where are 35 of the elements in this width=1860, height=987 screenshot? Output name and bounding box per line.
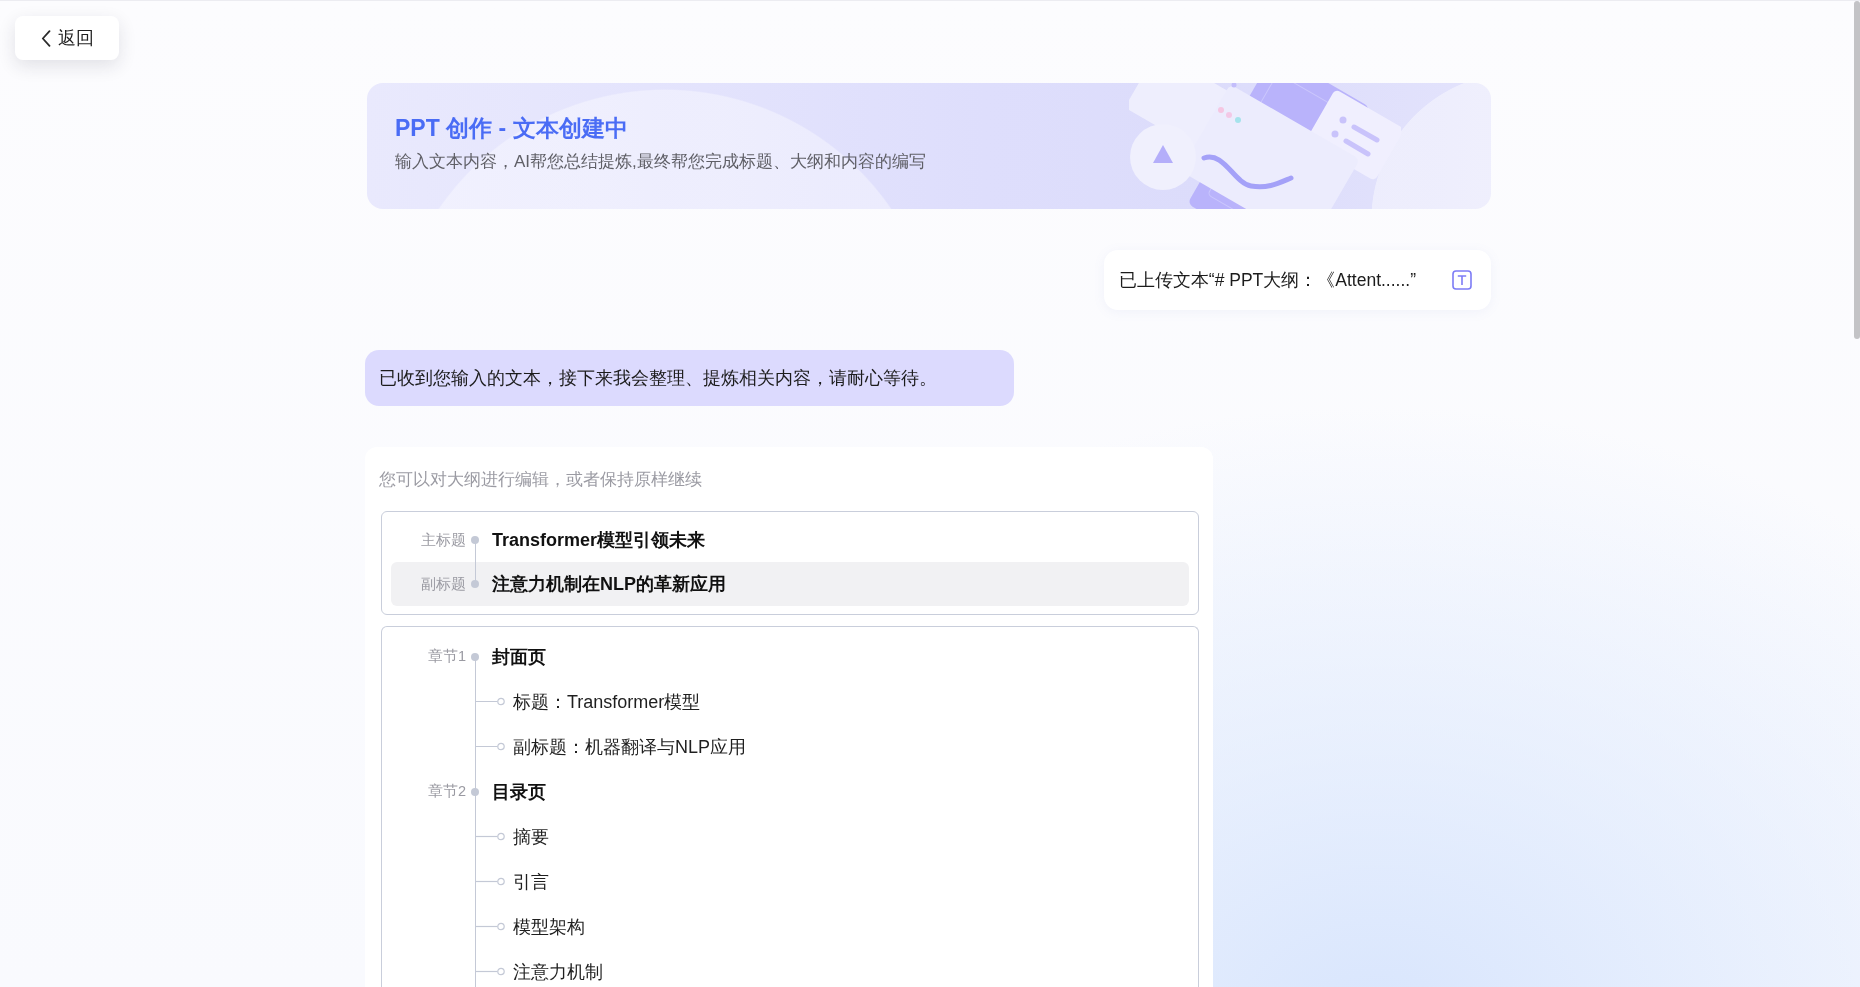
chapter-title: 目录页 (492, 780, 547, 804)
hint-text: 您可以对大纲进行编辑，或者保持原样继续 (379, 469, 702, 491)
banner-title: PPT 创作 - 文本创建中 (395, 114, 628, 143)
back-button[interactable]: 返回 (15, 16, 119, 60)
chapter-title: 封面页 (492, 645, 547, 669)
message-text: 已上传文本“# PPT大纲：《Attent......” (1118, 269, 1416, 292)
chevron-left-icon (41, 29, 51, 47)
branch-node-icon (475, 742, 505, 751)
outline-row[interactable]: 主标题 Transformer模型引领未来 (391, 518, 1189, 562)
branch-node-icon (475, 967, 505, 976)
outline-title-text: Transformer模型引领未来 (492, 529, 707, 552)
branch-node-icon (475, 697, 505, 706)
letter-t-icon[interactable] (1452, 270, 1472, 290)
chapter-label: 章节1 (427, 647, 467, 666)
message-bubble: 已收到您输入的文本，接下来我会整理、提炼相关内容，请耐心等待。 (365, 350, 1014, 406)
bullet-dot-icon (471, 580, 479, 588)
branch-node-icon (475, 832, 505, 841)
outline-item-text: 摘要 (513, 825, 550, 849)
branch-node-icon (475, 877, 505, 886)
outline-item-text: 引言 (513, 870, 550, 894)
branch-node-icon (475, 922, 505, 931)
chapter-label: 章节2 (427, 782, 467, 801)
outline-item-text: 标题：Transformer模型 (513, 690, 702, 714)
bullet-dot-icon (471, 652, 479, 661)
bullet-dot-icon (471, 536, 479, 544)
title-level-label: 副标题 (421, 574, 467, 594)
banner-subtitle: 输入文本内容，AI帮您总结提炼,最终帮您完成标题、大纲和内容的编写 (395, 151, 926, 173)
bullet-dot-icon (471, 787, 479, 796)
outline-item-text: 注意力机制 (513, 960, 604, 984)
outline-title-text: 注意力机制在NLP的革新应用 (492, 573, 727, 596)
outline-item-text: 模型架构 (513, 915, 586, 939)
scrollbar-thumb[interactable] (1854, 1, 1860, 339)
outline-row[interactable]: 副标题 注意力机制在NLP的革新应用 (391, 562, 1189, 606)
outline-item-text: 副标题：机器翻译与NLP应用 (513, 735, 747, 759)
title-level-label: 主标题 (421, 530, 467, 550)
